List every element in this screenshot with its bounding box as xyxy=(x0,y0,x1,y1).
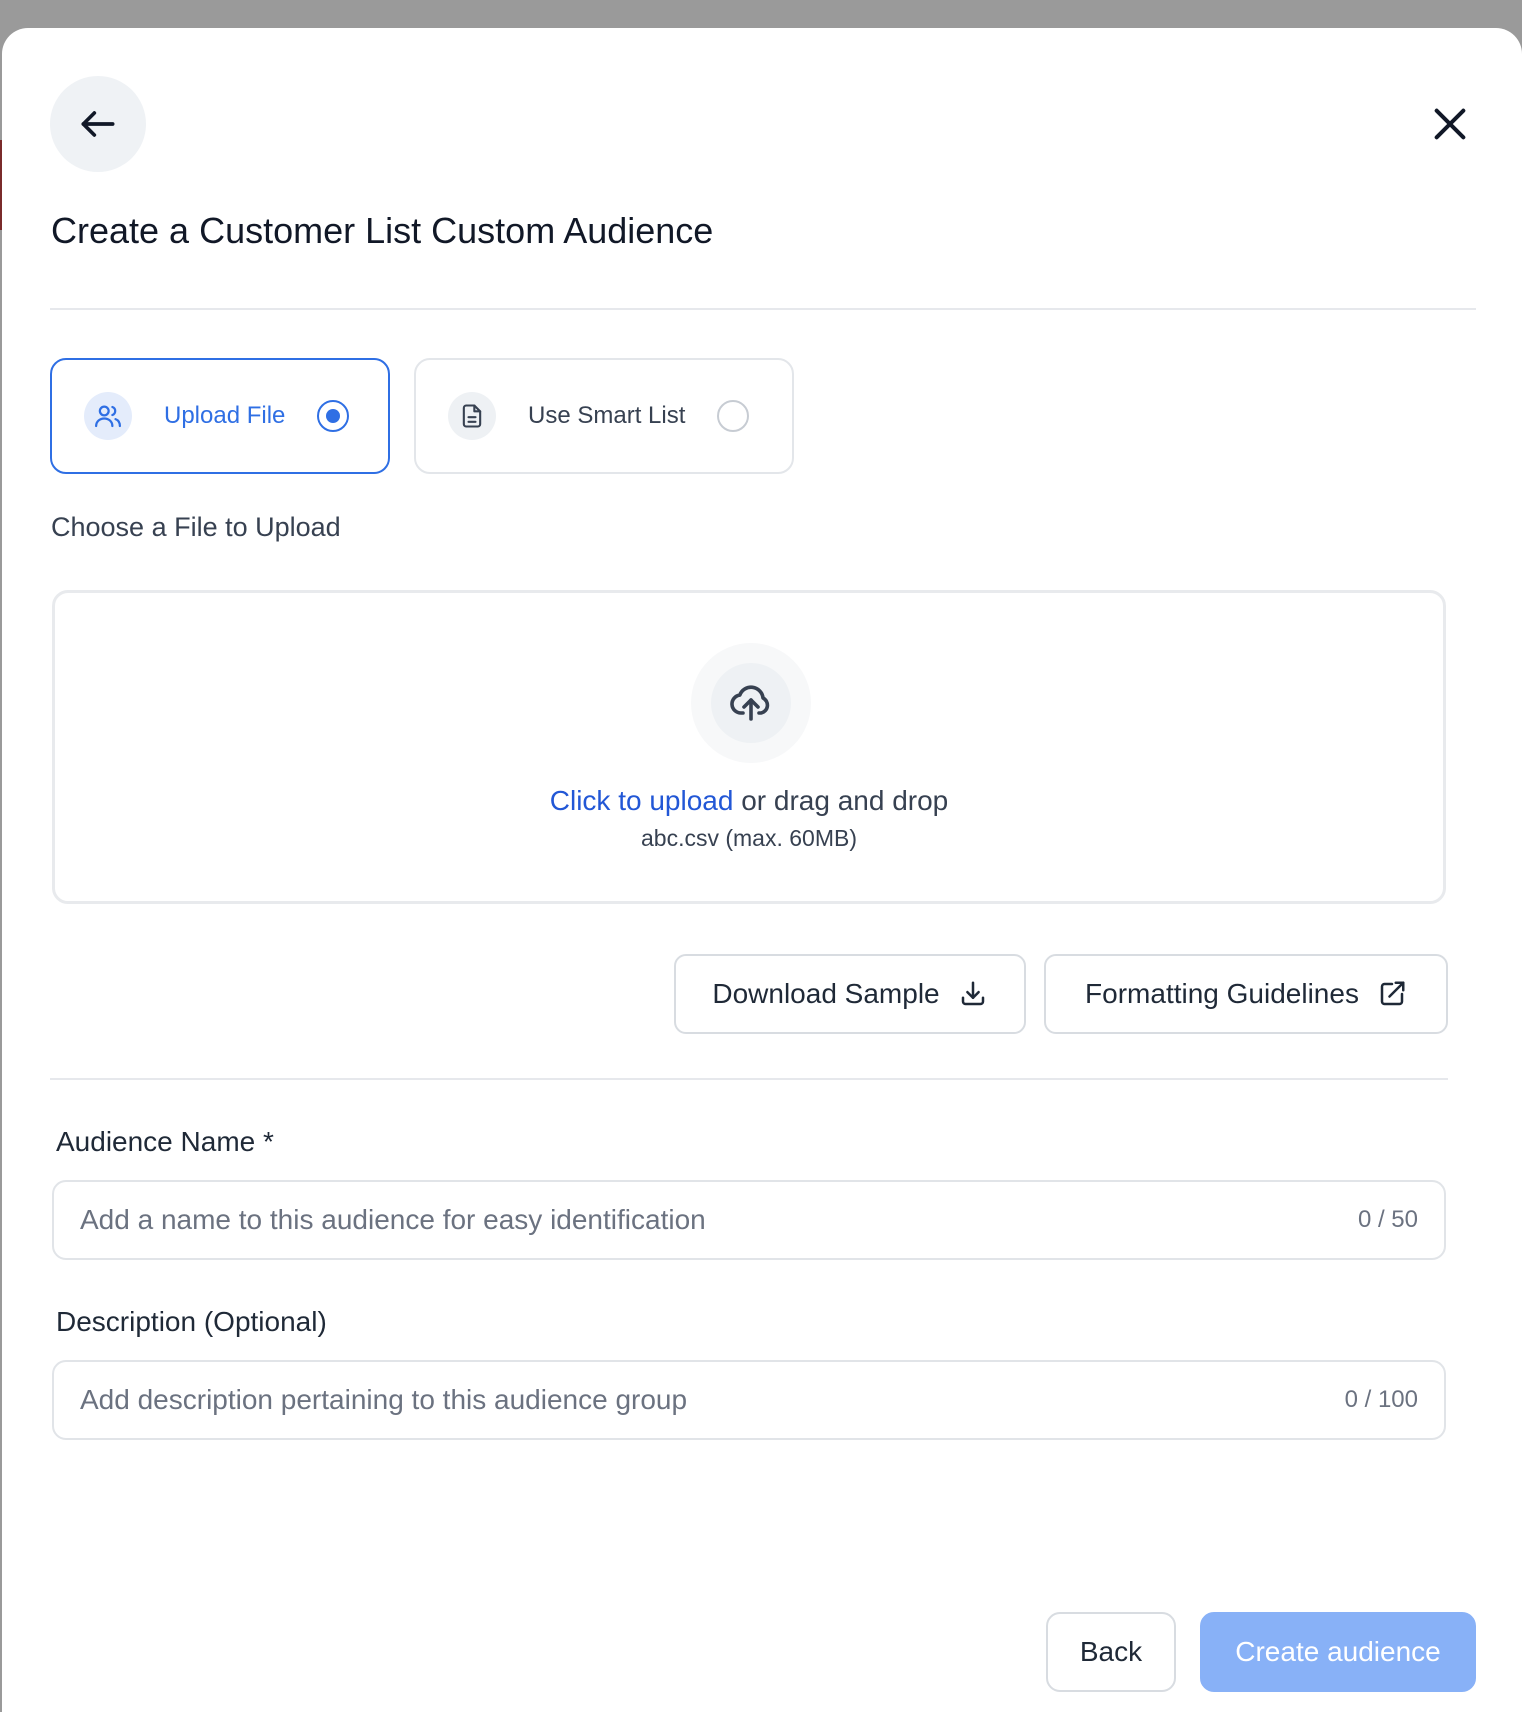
download-sample-button[interactable]: Download Sample xyxy=(674,954,1026,1034)
upload-icon-halo xyxy=(691,643,811,763)
arrow-left-icon xyxy=(81,111,115,137)
back-button[interactable]: Back xyxy=(1046,1612,1176,1692)
option-use-smart-list-label: Use Smart List xyxy=(528,402,686,429)
file-hint: abc.csv (max. 60MB) xyxy=(641,825,857,851)
header-divider xyxy=(50,308,1476,310)
radio-use-smart-list[interactable] xyxy=(717,400,750,432)
option-upload-file-label: Upload File xyxy=(164,402,286,429)
file-dropzone[interactable]: Click to upload or drag and drop abc.csv… xyxy=(52,590,1446,904)
click-to-upload-link[interactable]: Click to upload xyxy=(550,785,734,816)
description-input[interactable] xyxy=(54,1362,1444,1438)
description-field: 0 / 100 xyxy=(52,1360,1446,1440)
formatting-guidelines-label: Formatting Guidelines xyxy=(1085,978,1359,1009)
cloud-upload-icon xyxy=(730,685,770,721)
upload-section-label: Choose a File to Upload xyxy=(51,512,341,542)
audience-name-field: 0 / 50 xyxy=(52,1180,1446,1260)
download-sample-label: Download Sample xyxy=(712,978,940,1009)
back-arrow-button[interactable] xyxy=(50,76,146,172)
radio-dot xyxy=(326,409,341,423)
download-icon xyxy=(961,981,984,1006)
audience-name-label: Audience Name * xyxy=(56,1126,274,1157)
description-counter: 0 / 100 xyxy=(1344,1386,1418,1413)
close-button[interactable] xyxy=(1426,100,1474,148)
users-icon xyxy=(84,392,132,440)
option-upload-file[interactable]: Upload File xyxy=(50,358,390,474)
audience-name-counter: 0 / 50 xyxy=(1357,1206,1418,1233)
close-icon xyxy=(1434,108,1466,140)
create-audience-button[interactable]: Create audience xyxy=(1200,1612,1476,1692)
dropzone-instruction: Click to upload or drag and drop xyxy=(55,785,1443,817)
formatting-guidelines-button[interactable]: Formatting Guidelines xyxy=(1044,954,1448,1034)
audience-name-input[interactable] xyxy=(54,1182,1444,1258)
description-label: Description (Optional) xyxy=(56,1306,327,1337)
radio-upload-file[interactable] xyxy=(317,400,350,432)
option-use-smart-list[interactable]: Use Smart List xyxy=(414,358,794,474)
external-link-icon xyxy=(1380,981,1405,1006)
modal-title: Create a Customer List Custom Audience xyxy=(51,210,714,251)
section-divider xyxy=(50,1078,1448,1080)
drag-drop-text: or drag and drop xyxy=(733,785,949,816)
create-audience-modal: Create a Customer List Custom Audience U… xyxy=(2,28,1522,1712)
document-icon xyxy=(448,392,496,440)
